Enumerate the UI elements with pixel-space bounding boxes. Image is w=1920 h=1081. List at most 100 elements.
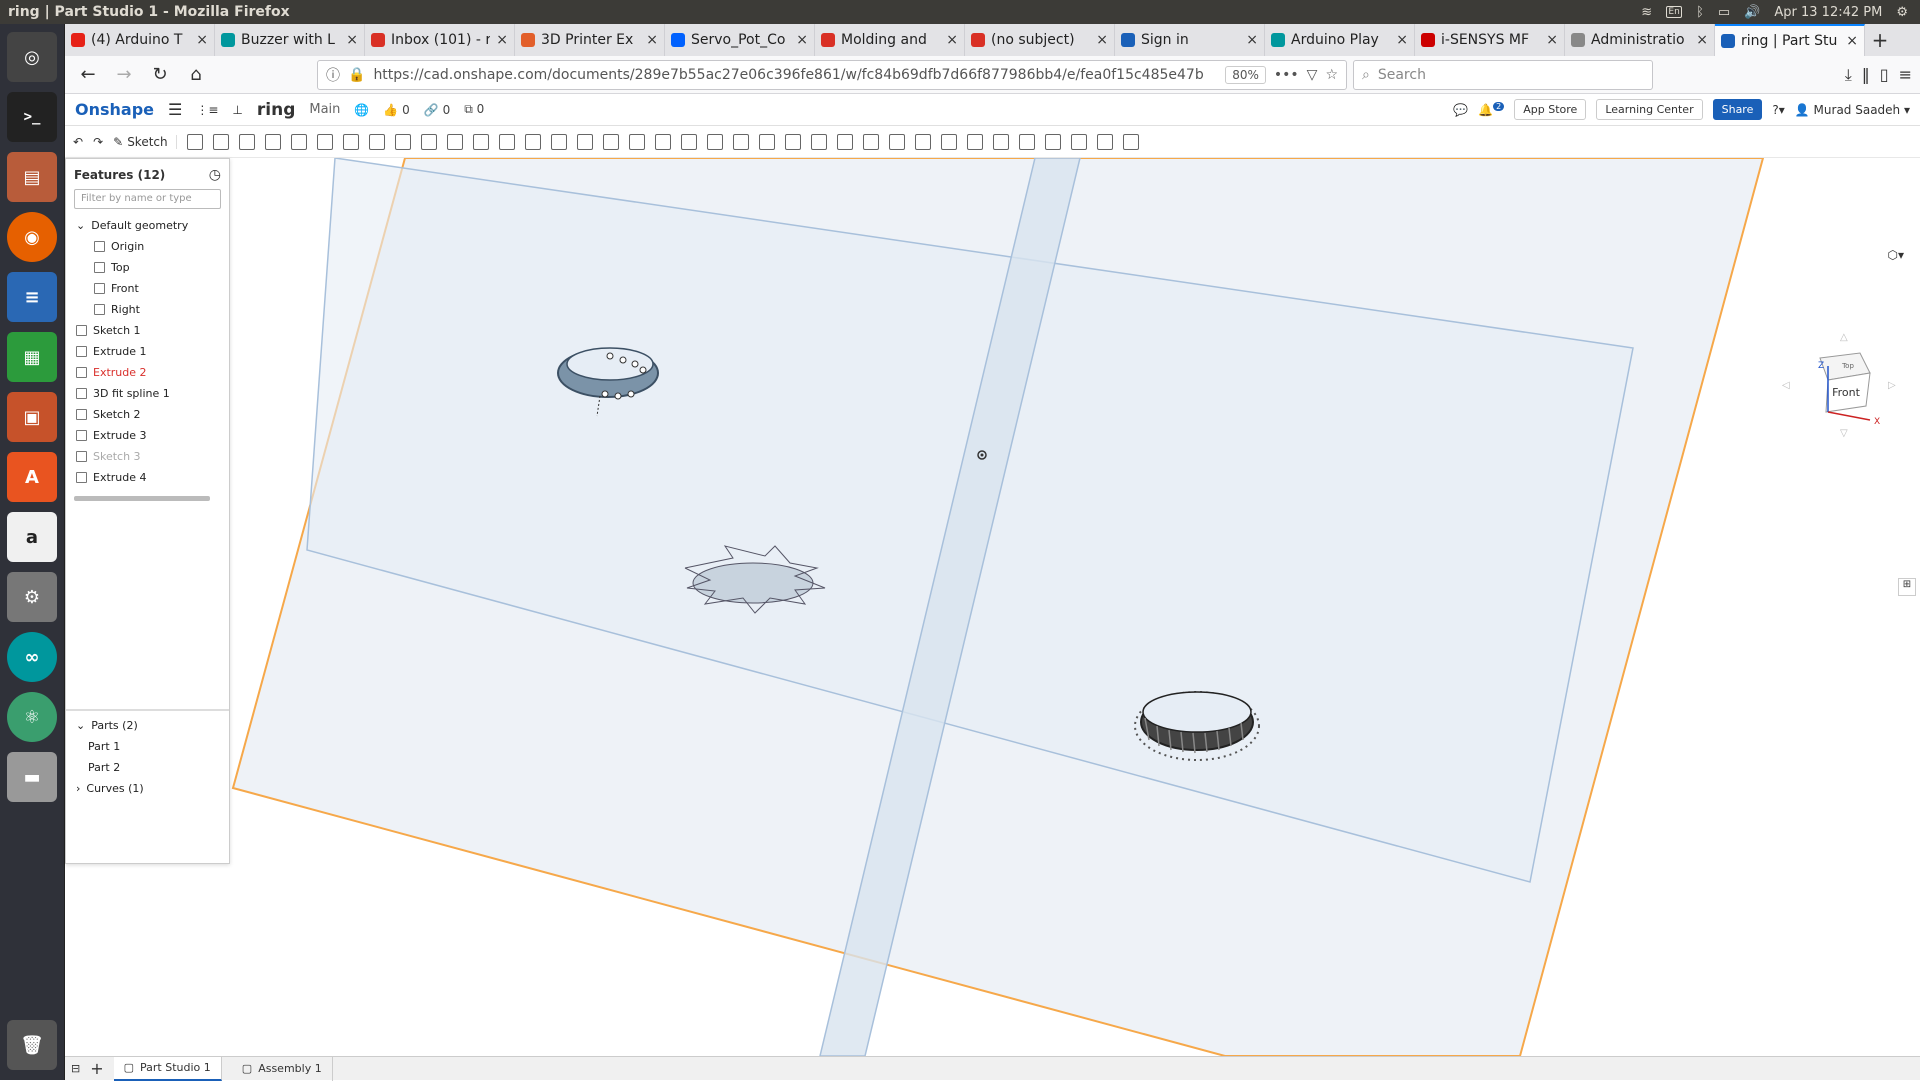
- helix-tool-icon[interactable]: [836, 133, 853, 150]
- configurations-panel-icon[interactable]: ⊞: [1898, 578, 1916, 596]
- circular-pattern-tool-icon[interactable]: [524, 133, 541, 150]
- browser-tab[interactable]: (4) Arduino T ×: [65, 24, 215, 56]
- add-tab-plus-icon[interactable]: +: [90, 1059, 103, 1078]
- battery-icon[interactable]: ▭: [1718, 5, 1730, 20]
- pocket-icon[interactable]: ▽: [1307, 67, 1318, 83]
- browser-tab[interactable]: Sign in ×: [1115, 24, 1265, 56]
- close-tab-icon[interactable]: ×: [1396, 32, 1408, 48]
- links-counter[interactable]: 🔗 0: [424, 103, 450, 117]
- close-tab-icon[interactable]: ×: [1696, 32, 1708, 48]
- feature-list-scrollbar[interactable]: [74, 496, 210, 501]
- chevron-down-icon[interactable]: ⌄: [76, 719, 85, 732]
- feature-list-toggle-icon[interactable]: ⋮≡: [196, 103, 218, 117]
- extrude-tool-icon[interactable]: [186, 133, 203, 150]
- browser-tab[interactable]: Molding and ×: [815, 24, 965, 56]
- url-bar[interactable]: ⓘ 🔒 https://cad.onshape.com/documents/28…: [317, 59, 1347, 90]
- sheet-metal-tool-icon[interactable]: [940, 133, 957, 150]
- files-icon[interactable]: ▤: [7, 152, 57, 202]
- browser-tab[interactable]: Administratio ×: [1565, 24, 1715, 56]
- arduino-icon[interactable]: ∞: [7, 632, 57, 682]
- libreoffice-writer-icon[interactable]: ≡: [7, 272, 57, 322]
- shell-tool-icon[interactable]: [446, 133, 463, 150]
- sketch-button[interactable]: ✎ Sketch: [113, 134, 177, 149]
- browser-tab[interactable]: 3D Printer Ex ×: [515, 24, 665, 56]
- feature-item[interactable]: 3D fit spline 1: [66, 383, 229, 404]
- page-actions-icon[interactable]: •••: [1274, 67, 1299, 83]
- new-tab-button[interactable]: +: [1865, 24, 1895, 56]
- document-name[interactable]: ring: [257, 100, 295, 120]
- reload-icon[interactable]: ↻: [145, 60, 175, 90]
- sidebar-icon[interactable]: ▯: [1880, 65, 1889, 85]
- feature-item[interactable]: Front: [66, 278, 229, 299]
- close-tab-icon[interactable]: ×: [1246, 32, 1258, 48]
- clock[interactable]: Apr 13 12:42 PM: [1774, 5, 1882, 20]
- mate-connector-tool-icon[interactable]: [810, 133, 827, 150]
- browser-tab[interactable]: Buzzer with L ×: [215, 24, 365, 56]
- close-tab-icon[interactable]: ×: [1546, 32, 1558, 48]
- close-tab-icon[interactable]: ×: [1096, 32, 1108, 48]
- libreoffice-impress-icon[interactable]: ▣: [7, 392, 57, 442]
- browser-tab[interactable]: (no subject) ×: [965, 24, 1115, 56]
- close-tab-icon[interactable]: ×: [496, 32, 508, 48]
- viewport-svg[interactable]: [65, 157, 1920, 1057]
- enclose-tool-icon[interactable]: [316, 133, 333, 150]
- modify-fillet-tool-icon[interactable]: [680, 133, 697, 150]
- flange-tool-icon[interactable]: [966, 133, 983, 150]
- language-indicator[interactable]: En: [1666, 6, 1683, 18]
- feature-item[interactable]: Top: [66, 257, 229, 278]
- finish-tool-icon[interactable]: [1096, 133, 1113, 150]
- trash-icon[interactable]: 🗑: [7, 1020, 57, 1070]
- curves-folder[interactable]: › Curves (1): [66, 778, 229, 799]
- rotate-right-arrow-icon[interactable]: ▷: [1888, 380, 1896, 391]
- rotate-down-arrow-icon[interactable]: ▽: [1840, 428, 1848, 439]
- downloads-icon[interactable]: ⤓: [1845, 65, 1852, 85]
- document-menu-icon[interactable]: ☰: [168, 100, 182, 119]
- feature-item[interactable]: Sketch 1: [66, 320, 229, 341]
- user-menu[interactable]: 👤 Murad Saadeh ▾: [1795, 103, 1910, 117]
- split-tool-icon[interactable]: [576, 133, 593, 150]
- view-cube[interactable]: Top Front X Z △ ◁ ▷ ▽: [1780, 328, 1900, 439]
- help-icon[interactable]: ?▾: [1772, 103, 1784, 117]
- mirror-tool-icon[interactable]: [628, 133, 645, 150]
- boolean-tool-icon[interactable]: [550, 133, 567, 150]
- workspace-name[interactable]: Main: [309, 102, 340, 117]
- url-text[interactable]: https://cad.onshape.com/documents/289e7b…: [373, 67, 1217, 83]
- close-tab-icon[interactable]: ×: [1846, 33, 1858, 49]
- move-face-tool-icon[interactable]: [706, 133, 723, 150]
- search-input[interactable]: ⌕ Search: [1353, 59, 1653, 90]
- ubuntu-dash-icon[interactable]: ◎: [7, 32, 57, 82]
- view-cube-face[interactable]: Front: [1832, 386, 1861, 399]
- fit-spline-tool-icon[interactable]: [888, 133, 905, 150]
- feature-item[interactable]: Extrude 3: [66, 425, 229, 446]
- rotate-up-arrow-icon[interactable]: △: [1840, 332, 1848, 343]
- variable-tool-icon[interactable]: [914, 133, 931, 150]
- feature-item[interactable]: Sketch 2: [66, 404, 229, 425]
- close-tab-icon[interactable]: ×: [946, 32, 958, 48]
- plane-tool-icon[interactable]: [784, 133, 801, 150]
- copies-counter[interactable]: ⧉ 0: [464, 102, 484, 117]
- likes-counter[interactable]: 👍 0: [383, 103, 409, 117]
- linear-pattern-tool-icon[interactable]: [498, 133, 515, 150]
- close-tab-icon[interactable]: ×: [196, 32, 208, 48]
- revolve-tool-icon[interactable]: [212, 133, 229, 150]
- atom-icon[interactable]: ⚛: [7, 692, 57, 742]
- chevron-right-icon[interactable]: ›: [76, 782, 80, 795]
- library-icon[interactable]: ‖: [1862, 65, 1870, 85]
- bluetooth-icon[interactable]: ᛒ: [1696, 5, 1704, 20]
- terminal-icon[interactable]: >_: [7, 92, 57, 142]
- close-tab-icon[interactable]: ×: [646, 32, 658, 48]
- replace-face-tool-icon[interactable]: [732, 133, 749, 150]
- public-globe-icon[interactable]: 🌐: [354, 103, 369, 117]
- draft-tool-icon[interactable]: [394, 133, 411, 150]
- feature-filter-input[interactable]: Filter by name or type: [74, 189, 221, 209]
- close-tab-icon[interactable]: ×: [346, 32, 358, 48]
- browser-tab[interactable]: Servo_Pot_Co ×: [665, 24, 815, 56]
- tab-manager-icon[interactable]: ⊟: [71, 1062, 80, 1075]
- bend-relief-tool-icon[interactable]: [1070, 133, 1087, 150]
- ring-part-2[interactable]: [1134, 691, 1260, 761]
- chamfer-tool-icon[interactable]: [368, 133, 385, 150]
- add-custom-feature-tool-icon[interactable]: [1122, 133, 1139, 150]
- redo-icon[interactable]: ↷: [93, 135, 103, 149]
- loft-tool-icon[interactable]: [264, 133, 281, 150]
- version-graph-icon[interactable]: ⊥: [232, 103, 242, 117]
